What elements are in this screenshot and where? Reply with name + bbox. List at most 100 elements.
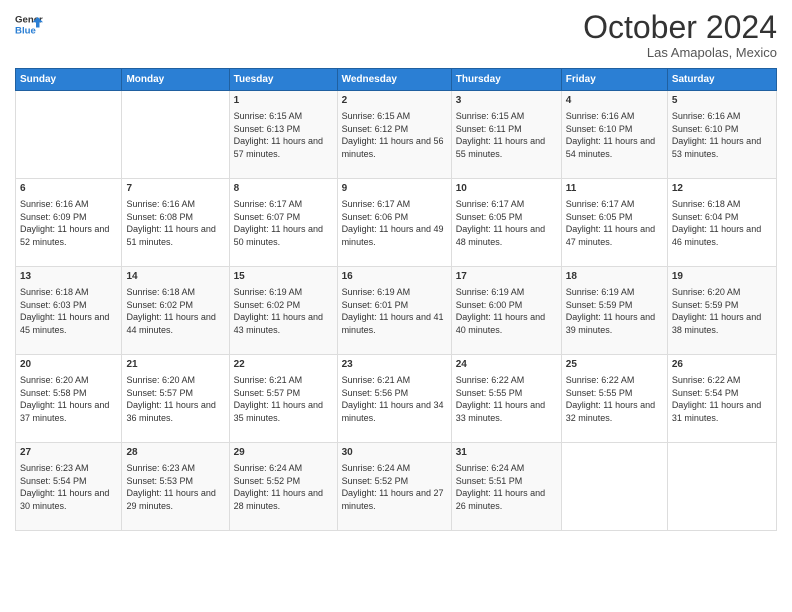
calendar-cell: 31Sunrise: 6:24 AMSunset: 5:51 PMDayligh…: [451, 443, 561, 531]
calendar-cell: 26Sunrise: 6:22 AMSunset: 5:54 PMDayligh…: [667, 355, 776, 443]
day-info-line: Daylight: 11 hours and 37 minutes.: [20, 400, 109, 423]
day-info-line: Sunrise: 6:21 AM: [342, 375, 411, 385]
day-info-line: Sunrise: 6:17 AM: [566, 199, 635, 209]
calendar-cell: 9Sunrise: 6:17 AMSunset: 6:06 PMDaylight…: [337, 179, 451, 267]
day-number: 31: [456, 446, 557, 460]
day-number: 17: [456, 270, 557, 284]
day-number: 3: [456, 94, 557, 108]
svg-text:Blue: Blue: [15, 26, 36, 37]
calendar-cell: 16Sunrise: 6:19 AMSunset: 6:01 PMDayligh…: [337, 267, 451, 355]
calendar-cell: 27Sunrise: 6:23 AMSunset: 5:54 PMDayligh…: [16, 443, 122, 531]
day-info-line: Sunrise: 6:23 AM: [126, 463, 195, 473]
calendar-cell: [122, 91, 229, 179]
day-info-line: Daylight: 11 hours and 48 minutes.: [456, 224, 545, 247]
col-header-sunday: Sunday: [16, 69, 122, 91]
day-info-line: Sunset: 5:59 PM: [672, 300, 739, 310]
day-info-line: Daylight: 11 hours and 39 minutes.: [566, 312, 655, 335]
day-info-line: Daylight: 11 hours and 32 minutes.: [566, 400, 655, 423]
day-info-line: Sunset: 6:11 PM: [456, 124, 522, 134]
day-info-line: Daylight: 11 hours and 44 minutes.: [126, 312, 215, 335]
week-row-2: 6 Sunrise: 6:16 AM Sunset: 6:09 PM Daylight…: [16, 179, 777, 267]
day-info-line: Sunset: 6:12 PM: [342, 124, 409, 134]
day-number: 6: [20, 182, 117, 196]
day-info-line: Sunrise: 6:16 AM: [20, 199, 89, 209]
day-info-line: Daylight: 11 hours and 55 minutes.: [456, 136, 545, 159]
day-info-line: Daylight: 11 hours and 30 minutes.: [20, 488, 109, 511]
day-info-line: Daylight: 11 hours and 45 minutes.: [20, 312, 109, 335]
day-info-line: Daylight: 11 hours and 49 minutes.: [342, 224, 444, 247]
day-info-line: Sunrise: 6:15 AM: [234, 111, 303, 121]
day-info-line: Daylight: 11 hours and 50 minutes.: [234, 224, 323, 247]
day-info-line: Sunrise: 6:20 AM: [20, 375, 89, 385]
day-number: 8: [234, 182, 333, 196]
day-info-line: Sunrise: 6:23 AM: [20, 463, 89, 473]
week-row-5: 27Sunrise: 6:23 AMSunset: 5:54 PMDayligh…: [16, 443, 777, 531]
calendar-cell: 25Sunrise: 6:22 AMSunset: 5:55 PMDayligh…: [561, 355, 667, 443]
day-number: 13: [20, 270, 117, 284]
day-number: 10: [456, 182, 557, 196]
day-info-line: Sunrise: 6:15 AM: [456, 111, 525, 121]
day-info-line: Sunrise: 6:20 AM: [126, 375, 195, 385]
day-info-line: Sunrise: 6:17 AM: [234, 199, 303, 209]
page: General Blue October 2024 Las Amapolas, …: [0, 0, 792, 612]
calendar-cell: 8Sunrise: 6:17 AMSunset: 6:07 PMDaylight…: [229, 179, 337, 267]
calendar-cell: 20 Sunrise: 6:20 AM Sunset: 5:58 PM Dayligh…: [16, 355, 122, 443]
day-info-line: Daylight: 11 hours and 27 minutes.: [342, 488, 444, 511]
day-number: 23: [342, 358, 447, 372]
calendar-cell: 5Sunrise: 6:16 AMSunset: 6:10 PMDaylight…: [667, 91, 776, 179]
day-info-line: Sunset: 6:04 PM: [672, 212, 739, 222]
week-row-1: 1 Sunrise: 6:15 AM Sunset: 6:13 PM Daylight…: [16, 91, 777, 179]
day-info-line: Sunrise: 6:22 AM: [672, 375, 741, 385]
day-info-line: Sunset: 6:05 PM: [566, 212, 633, 222]
day-number: 9: [342, 182, 447, 196]
day-number: 14: [126, 270, 224, 284]
day-info-line: Sunrise: 6:22 AM: [456, 375, 525, 385]
day-number: 4: [566, 94, 663, 108]
day-number: 1: [234, 94, 333, 108]
header: General Blue October 2024 Las Amapolas, …: [15, 10, 777, 60]
calendar-cell: 10Sunrise: 6:17 AMSunset: 6:05 PMDayligh…: [451, 179, 561, 267]
day-info-line: Sunset: 5:52 PM: [342, 476, 409, 486]
day-info-line: Daylight: 11 hours and 40 minutes.: [456, 312, 545, 335]
day-info-line: Sunset: 5:57 PM: [126, 388, 193, 398]
day-info-line: Daylight: 11 hours and 52 minutes.: [20, 224, 109, 247]
day-info-line: Sunrise: 6:17 AM: [342, 199, 411, 209]
day-number: 19: [672, 270, 772, 284]
day-info-line: Sunset: 6:10 PM: [566, 124, 633, 134]
week-row-3: 13Sunrise: 6:18 AMSunset: 6:03 PMDayligh…: [16, 267, 777, 355]
day-info-line: Sunset: 5:56 PM: [342, 388, 409, 398]
day-info-line: Sunset: 6:13 PM: [234, 124, 301, 134]
day-info-line: Daylight: 11 hours and 56 minutes.: [342, 136, 444, 159]
day-info-line: Sunset: 5:54 PM: [672, 388, 739, 398]
day-info-line: Sunrise: 6:19 AM: [342, 287, 411, 297]
day-info-line: Sunrise: 6:16 AM: [126, 199, 195, 209]
day-info-line: Sunset: 6:10 PM: [672, 124, 739, 134]
calendar-cell: 29Sunrise: 6:24 AMSunset: 5:52 PMDayligh…: [229, 443, 337, 531]
calendar-cell: [16, 91, 122, 179]
day-info-line: Daylight: 11 hours and 36 minutes.: [126, 400, 215, 423]
day-number: 18: [566, 270, 663, 284]
day-info-line: Sunrise: 6:18 AM: [126, 287, 195, 297]
day-number: 30: [342, 446, 447, 460]
calendar-cell: 4Sunrise: 6:16 AMSunset: 6:10 PMDaylight…: [561, 91, 667, 179]
day-info-line: Sunset: 6:09 PM: [20, 212, 87, 222]
day-info-line: Sunset: 5:58 PM: [20, 388, 87, 398]
location: Las Amapolas, Mexico: [583, 45, 777, 60]
day-number: 20: [20, 358, 117, 372]
day-number: 5: [672, 94, 772, 108]
calendar-table: SundayMondayTuesdayWednesdayThursdayFrid…: [15, 68, 777, 531]
day-info-line: Sunrise: 6:16 AM: [672, 111, 741, 121]
calendar-cell: 13Sunrise: 6:18 AMSunset: 6:03 PMDayligh…: [16, 267, 122, 355]
calendar-cell: 7Sunrise: 6:16 AMSunset: 6:08 PMDaylight…: [122, 179, 229, 267]
calendar-cell: 23Sunrise: 6:21 AMSunset: 5:56 PMDayligh…: [337, 355, 451, 443]
day-info-line: Sunrise: 6:19 AM: [456, 287, 525, 297]
day-info-line: Daylight: 11 hours and 35 minutes.: [234, 400, 323, 423]
day-number: 29: [234, 446, 333, 460]
day-info-line: Sunrise: 6:17 AM: [456, 199, 525, 209]
day-number: 24: [456, 358, 557, 372]
calendar-cell: 22Sunrise: 6:21 AMSunset: 5:57 PMDayligh…: [229, 355, 337, 443]
day-info-line: Sunset: 5:55 PM: [456, 388, 523, 398]
calendar-cell: 28Sunrise: 6:23 AMSunset: 5:53 PMDayligh…: [122, 443, 229, 531]
day-info-line: Sunrise: 6:20 AM: [672, 287, 741, 297]
calendar-cell: 19Sunrise: 6:20 AMSunset: 5:59 PMDayligh…: [667, 267, 776, 355]
